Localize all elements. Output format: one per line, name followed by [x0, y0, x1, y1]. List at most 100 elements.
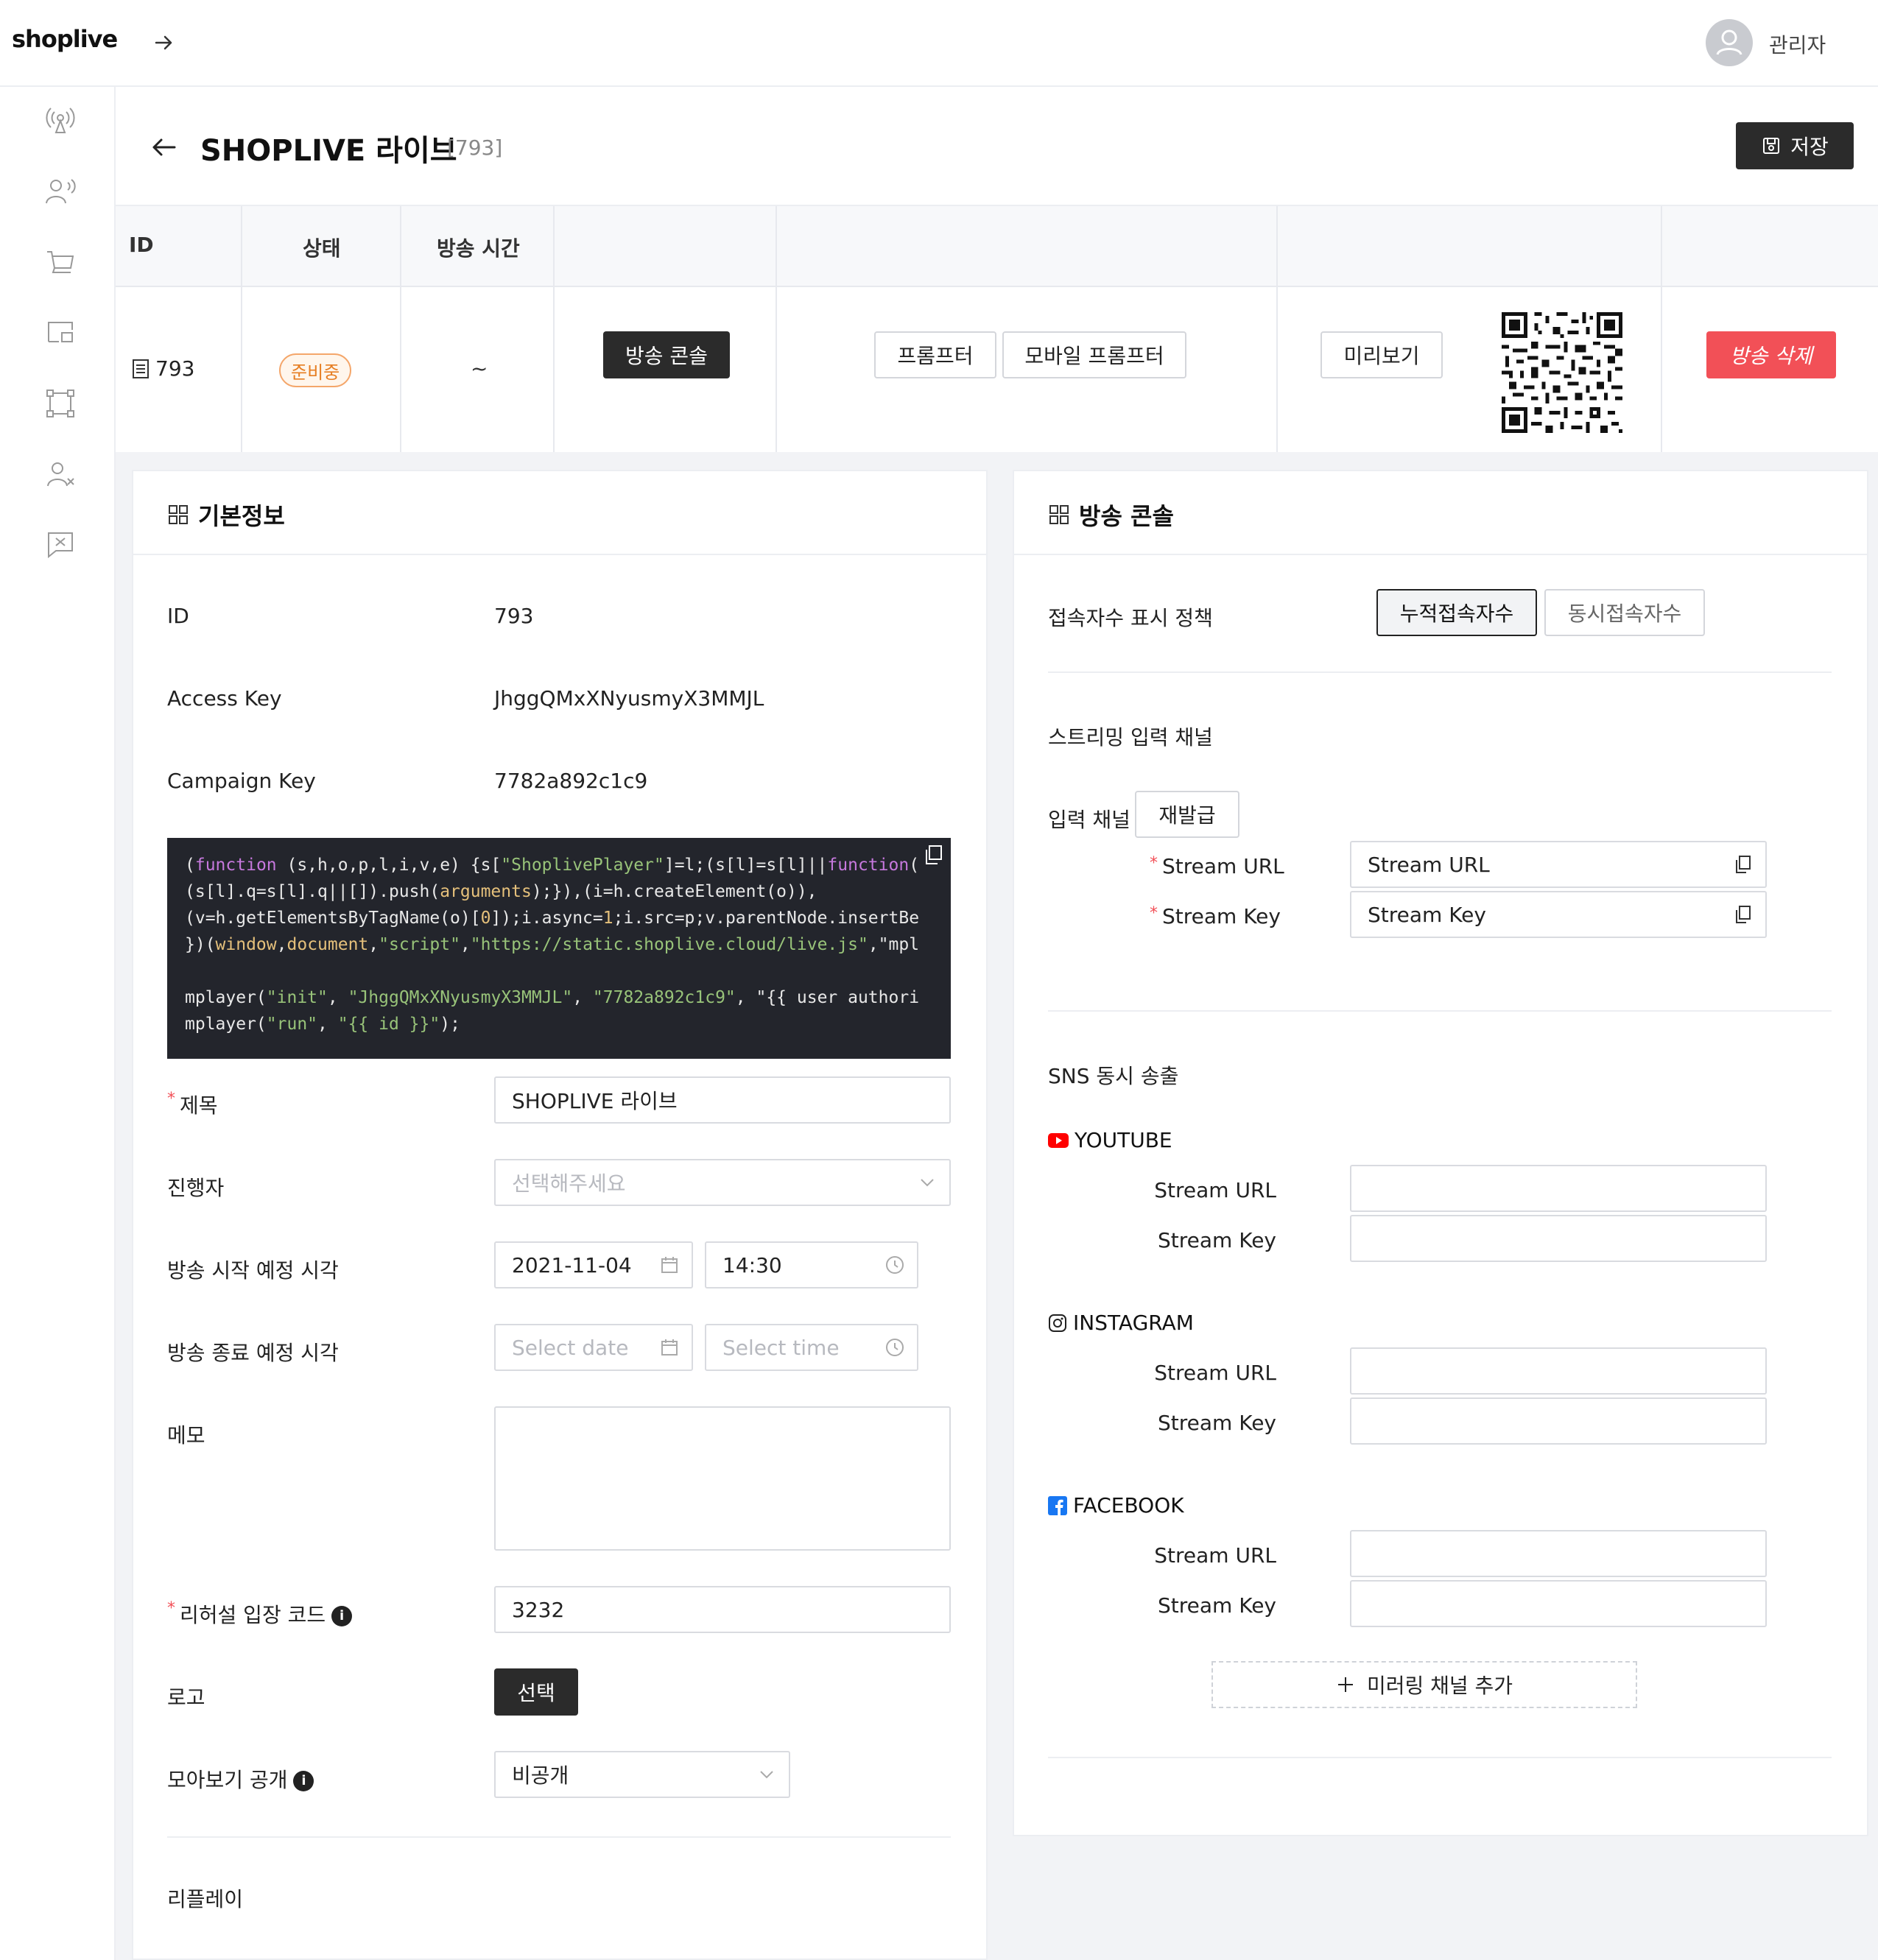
clock-icon — [886, 1256, 904, 1274]
end-date-placeholder: Select date — [512, 1335, 629, 1360]
host-icon[interactable] — [43, 174, 78, 209]
input-channel-label: 입력 채널 — [1048, 808, 1130, 832]
grid-icon — [1049, 505, 1069, 524]
code-line: mplayer("init", "JhggQMxXNyusmyX3MMJL", … — [185, 988, 920, 1007]
report-icon[interactable] — [43, 527, 78, 563]
start-time-label: 방송 시작 예정 시각 — [167, 1258, 339, 1283]
copy-icon[interactable] — [923, 844, 945, 866]
info-icon[interactable]: i — [331, 1606, 353, 1626]
rehearsal-code-input[interactable]: 3232 — [494, 1586, 951, 1633]
stream-url-label-text: Stream URL — [1162, 854, 1284, 878]
instagram-stream-key-label: Stream Key — [1158, 1411, 1276, 1435]
title-label-text: 제목 — [180, 1093, 218, 1118]
instagram-section: INSTAGRAM — [1048, 1311, 1194, 1335]
facebook-stream-key-label: Stream Key — [1158, 1593, 1276, 1618]
facebook-stream-key-input[interactable] — [1350, 1580, 1767, 1627]
calendar-icon — [661, 1257, 678, 1273]
divider — [1014, 554, 1867, 555]
embed-code-block[interactable]: (function (s,h,o,p,l,i,v,e) {s["Shoplive… — [167, 838, 951, 1059]
facebook-stream-url-label: Stream URL — [1154, 1543, 1276, 1568]
viewer-total-option[interactable]: 누적접속자수 — [1376, 589, 1537, 636]
table-row: 793 준비중 ~ 방송 콘솔 프롬프터 모바일 프롬프터 미리보기 방송 삭제 — [116, 287, 1878, 452]
instagram-label: INSTAGRAM — [1073, 1311, 1194, 1335]
instagram-stream-key-input[interactable] — [1350, 1397, 1767, 1445]
facebook-stream-url-input[interactable] — [1350, 1530, 1767, 1577]
sns-section-title: SNS 동시 송출 — [1048, 1064, 1179, 1088]
code-line: (s[l].q=s[l].q||[]).push(arguments);}),(… — [185, 882, 817, 901]
info-icon[interactable]: i — [293, 1771, 314, 1791]
viewer-concurrent-option[interactable]: 동시접속자수 — [1544, 589, 1705, 636]
end-time-placeholder: Select time — [722, 1335, 840, 1360]
streaming-input-section-title: 스트리밍 입력 채널 — [1048, 725, 1213, 750]
save-label: 저장 — [1790, 135, 1829, 159]
stream-url-label: * Stream URL — [1150, 854, 1284, 878]
start-date-input[interactable]: 2021-11-04 — [494, 1241, 693, 1289]
panel-title: 기본정보 — [167, 498, 285, 532]
avatar[interactable] — [1706, 19, 1753, 66]
divider — [1048, 671, 1832, 673]
picture-in-picture-icon[interactable] — [43, 315, 78, 350]
preview-button[interactable]: 미리보기 — [1320, 331, 1443, 378]
rehearsal-code-label: * 리허설 입장 코드 i — [167, 1599, 353, 1629]
crop-frame-icon[interactable] — [43, 386, 78, 421]
host-label: 진행자 — [167, 1176, 225, 1200]
stream-url-input[interactable]: Stream URL — [1350, 841, 1767, 888]
end-time-label: 방송 종료 예정 시각 — [167, 1341, 339, 1365]
youtube-stream-key-label: Stream Key — [1158, 1228, 1276, 1252]
table-header: ID 상태 방송 시간 — [116, 206, 1878, 287]
required-mark: * — [1150, 854, 1158, 873]
campaign-key-value: 7782a892c1c9 — [494, 769, 648, 793]
instagram-icon — [1049, 1314, 1066, 1332]
arrow-right-icon[interactable] — [147, 27, 180, 59]
browse-public-select[interactable]: 비공개 — [494, 1751, 790, 1798]
mobile-prompter-button[interactable]: 모바일 프롬프터 — [1002, 331, 1186, 378]
add-mirror-label: 미러링 채널 추가 — [1366, 1674, 1513, 1698]
cart-icon[interactable] — [43, 244, 78, 280]
end-time-input[interactable]: Select time — [705, 1324, 918, 1371]
prompter-button[interactable]: 프롬프터 — [874, 331, 996, 378]
youtube-stream-url-input[interactable] — [1350, 1165, 1767, 1212]
header-id: ID — [129, 233, 154, 257]
instagram-stream-url-input[interactable] — [1350, 1347, 1767, 1395]
title-input[interactable]: SHOPLIVE 라이브 — [494, 1076, 951, 1124]
sidebar — [0, 87, 116, 1960]
facebook-label: FACEBOOK — [1073, 1493, 1184, 1517]
campaign-key-label: Campaign Key — [167, 769, 316, 793]
logo-select-button[interactable]: 선택 — [494, 1668, 578, 1716]
access-key-label: Access Key — [167, 686, 282, 711]
plus-icon — [1337, 1677, 1353, 1692]
end-date-input[interactable]: Select date — [494, 1324, 693, 1371]
shoplive-logo[interactable]: shoplive — [12, 25, 118, 53]
copy-icon[interactable] — [1733, 904, 1754, 925]
host-select[interactable]: 선택해주세요 — [494, 1159, 951, 1206]
required-mark: * — [1150, 904, 1158, 923]
arrow-left-icon[interactable] — [144, 131, 183, 163]
user-name[interactable]: 관리자 — [1769, 29, 1826, 59]
stream-key-label-text: Stream Key — [1162, 904, 1281, 928]
youtube-stream-url-label: Stream URL — [1154, 1178, 1276, 1202]
stream-key-input[interactable]: Stream Key — [1350, 891, 1767, 938]
broadcast-console-button[interactable]: 방송 콘솔 — [603, 331, 730, 378]
save-button[interactable]: 저장 — [1736, 122, 1854, 169]
grid-icon — [169, 505, 188, 524]
facebook-icon — [1048, 1495, 1067, 1515]
access-key-value: JhggQMxXNyusmyX3MMJL — [494, 686, 764, 711]
add-mirror-channel-button[interactable]: 미러링 채널 추가 — [1211, 1661, 1637, 1708]
code-line: (v=h.getElementsByTagName(o)[0]);i.async… — [185, 909, 920, 928]
browse-label-text: 모아보기 공개 — [167, 1768, 288, 1792]
reissue-button[interactable]: 재발급 — [1135, 791, 1239, 838]
page-title: SHOPLIVE 라이브 — [200, 134, 457, 168]
memo-textarea[interactable] — [494, 1406, 951, 1551]
basic-info-panel: 기본정보 ID 793 Access Key JhggQMxXNyusmyX3M… — [132, 470, 988, 1960]
user-remove-icon[interactable] — [43, 456, 78, 492]
copy-icon[interactable] — [1733, 854, 1754, 875]
user-icon — [1716, 29, 1742, 55]
qr-code-icon — [1502, 312, 1622, 433]
required-mark: * — [167, 1090, 175, 1108]
youtube-stream-key-input[interactable] — [1350, 1215, 1767, 1262]
start-time-input[interactable]: 14:30 — [705, 1241, 918, 1289]
delete-broadcast-button[interactable]: 방송 삭제 — [1706, 331, 1836, 378]
memo-label: 메모 — [167, 1423, 205, 1448]
browse-public-label: 모아보기 공개 i — [167, 1764, 314, 1794]
broadcast-icon[interactable] — [43, 103, 78, 138]
